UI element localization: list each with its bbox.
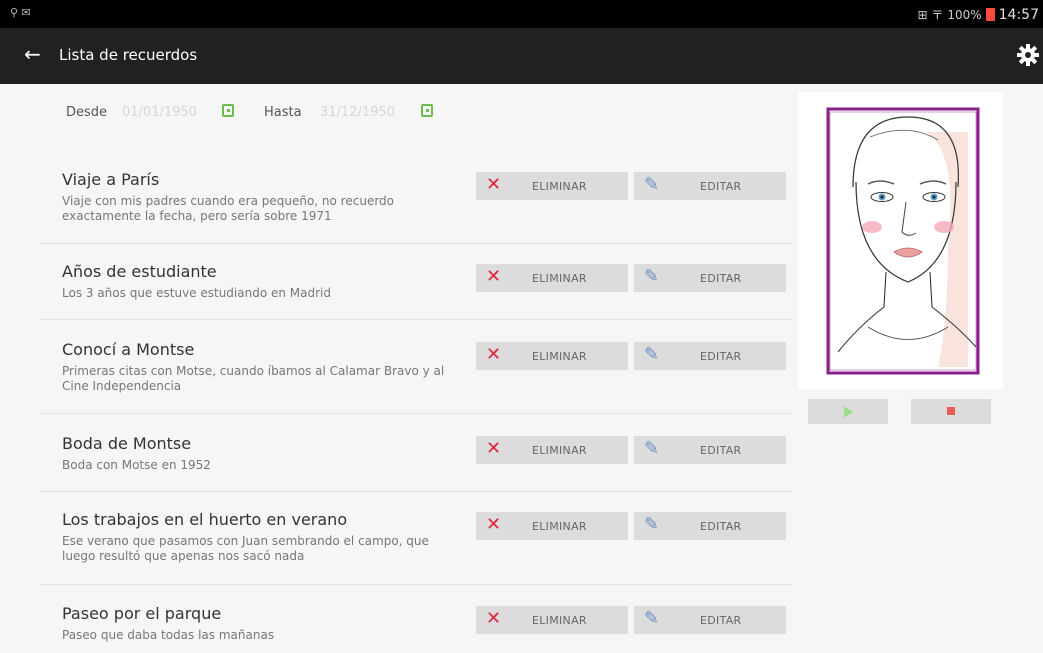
memory-title: Viaje a París (62, 170, 160, 189)
divider (40, 584, 792, 585)
battery-percent: 100% (947, 7, 982, 22)
action-bar: ← Lista de recuerdos (0, 28, 1043, 84)
divider (40, 319, 792, 320)
divider (40, 491, 792, 492)
battery-icon (985, 8, 995, 21)
stop-button[interactable] (911, 399, 991, 424)
memory-title: Conocí a Montse (62, 340, 195, 359)
pencil-icon: ✎ (644, 514, 660, 535)
edit-button[interactable]: ✎ EDITAR (634, 342, 786, 370)
calendar-icon[interactable] (222, 104, 234, 117)
delete-button[interactable]: ✕ ELIMINAR (476, 264, 628, 292)
status-right: ⊞ 〒 100% 14:57 (917, 6, 1039, 23)
close-icon: ✕ (486, 438, 502, 459)
memory-description: Primeras citas con Motse, cuando íbamos … (62, 364, 445, 393)
pencil-icon: ✎ (644, 438, 660, 459)
page-title: Lista de recuerdos (59, 46, 198, 64)
close-icon: ✕ (486, 174, 502, 195)
gear-icon[interactable] (1015, 42, 1041, 68)
from-label: Desde (66, 105, 108, 120)
pencil-icon: ✎ (644, 344, 660, 365)
play-icon (844, 406, 853, 418)
edit-button[interactable]: ✎ EDITAR (634, 436, 786, 464)
memory-description: Ese verano que pasamos con Juan sembrand… (62, 534, 429, 563)
arrow-left-icon[interactable]: ← (24, 43, 41, 65)
clock: 14:57 (998, 6, 1039, 23)
close-icon: ✕ (486, 266, 502, 287)
close-icon: ✕ (486, 514, 502, 535)
delete-button[interactable]: ✕ ELIMINAR (476, 172, 628, 200)
delete-button[interactable]: ✕ ELIMINAR (476, 606, 628, 634)
close-icon: ✕ (486, 344, 502, 365)
signal-icons: ⊞ 〒 (917, 8, 944, 22)
face-illustration (798, 92, 1003, 389)
to-date-field[interactable]: 31/12/1950 (320, 105, 395, 120)
from-date-field[interactable]: 01/01/1950 (122, 105, 197, 120)
divider (40, 413, 792, 414)
list-item: Paseo por el parque Paseo que daba todas… (40, 604, 792, 653)
delete-button[interactable]: ✕ ELIMINAR (476, 436, 628, 464)
calendar-icon[interactable] (421, 104, 433, 117)
edit-button[interactable]: ✎ EDITAR (634, 512, 786, 540)
pencil-icon: ✎ (644, 266, 660, 287)
memory-title: Paseo por el parque (62, 604, 222, 623)
edit-button[interactable]: ✎ EDITAR (634, 172, 786, 200)
status-bar: ⚲ ✉ ⊞ 〒 100% 14:57 (0, 0, 1043, 28)
memory-description: Boda con Motse en 1952 (62, 458, 211, 472)
notification-icons: ⚲ ✉ (10, 6, 31, 19)
memory-description: Viaje con mis padres cuando era pequeño,… (62, 194, 395, 223)
list-item: Los trabajos en el huerto en verano Ese … (40, 510, 792, 585)
memory-title: Los trabajos en el huerto en verano (62, 510, 348, 529)
content-area: Desde 01/01/1950 Hasta 31/12/1950 Viaje … (0, 84, 1043, 653)
memory-description: Los 3 años que estuve estudiando en Madr… (62, 286, 332, 300)
list-item: Boda de Montse Boda con Motse en 1952 ✕ … (40, 434, 792, 492)
app-window: ⚲ ✉ ⊞ 〒 100% 14:57 ← Lista de recuerdos (0, 0, 1043, 653)
memory-description: Paseo que daba todas las mañanas (62, 628, 275, 642)
memory-title: Años de estudiante (62, 262, 217, 281)
pencil-icon: ✎ (644, 608, 660, 629)
to-label: Hasta (264, 105, 302, 120)
list-item: Viaje a París Viaje con mis padres cuand… (40, 170, 792, 244)
play-button[interactable] (808, 399, 888, 424)
delete-button[interactable]: ✕ ELIMINAR (476, 512, 628, 540)
list-item: Años de estudiante Los 3 años que estuve… (40, 262, 792, 320)
divider (40, 243, 792, 244)
edit-button[interactable]: ✎ EDITAR (634, 264, 786, 292)
pencil-icon: ✎ (644, 174, 660, 195)
memory-title: Boda de Montse (62, 434, 192, 453)
delete-button[interactable]: ✕ ELIMINAR (476, 342, 628, 370)
stop-icon (947, 407, 955, 415)
face-drawing (826, 107, 980, 375)
list-item: Conocí a Montse Primeras citas con Motse… (40, 340, 792, 414)
close-icon: ✕ (486, 608, 502, 629)
edit-button[interactable]: ✎ EDITAR (634, 606, 786, 634)
